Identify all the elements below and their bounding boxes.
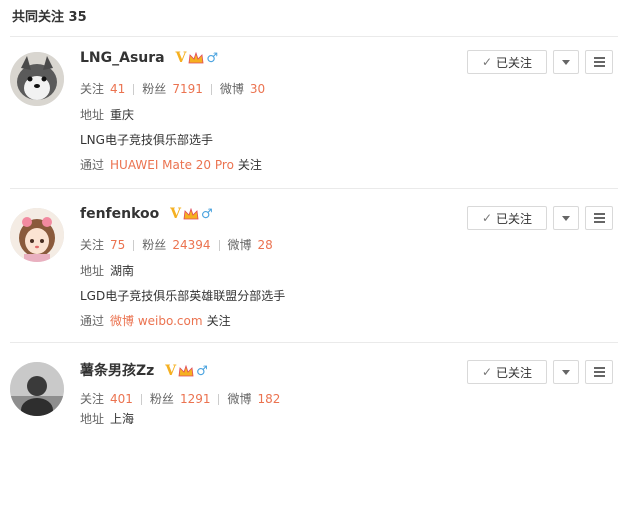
caret-down-icon [562,59,570,65]
menu-button[interactable] [585,206,613,230]
bio: LGD电子竞技俱乐部英雄联盟分部选手 [80,289,286,303]
follow-label: 关注 [80,238,105,252]
followed-button[interactable]: ✓ 已关注 [467,50,547,74]
menu-button[interactable] [585,360,613,384]
via-line: 通过 微博 weibo.com 关注 [80,312,231,329]
follow-count[interactable]: 75 [110,238,125,252]
location-line: 地址 上海 [80,410,134,427]
fans-label: 粉丝 [149,392,174,406]
followed-button-label: 已关注 [496,365,533,380]
verified-v-icon: V [175,50,187,66]
stat-separator [133,84,135,95]
user-card: LNG_Asura V ♂ 关注 41 粉丝 7191 微博 30 地址 重庆 LNG电子竞… [0,42,640,202]
stat-separator [218,394,220,405]
user-card: 薯条男孩Zz V ♂ 关注 401 粉丝 1291 微博 182 地址 上海 ✓ 已关注 [0,352,640,512]
stat-separator [140,394,142,405]
verified-v-icon: V [170,206,182,222]
avatar[interactable] [10,208,64,262]
crown-icon [178,365,194,377]
followed-button[interactable]: ✓ 已关注 [467,360,547,384]
fans-label: 粉丝 [142,238,167,252]
weibo-label: 微博 [219,82,244,96]
verified-v-icon: V [165,363,177,379]
fans-count[interactable]: 1291 [180,392,211,406]
stat-separator [133,240,135,251]
via-source-link[interactable]: 微博 weibo.com [110,314,203,328]
check-icon: ✓ [481,365,493,379]
location-line: 地址 湖南 [80,262,134,279]
location-value: 湖南 [110,264,135,278]
crown-icon [188,52,204,64]
location-value: 重庆 [110,108,135,122]
followed-button-label: 已关注 [496,211,533,226]
via-line: 通过 HUAWEI Mate 20 Pro 关注 [80,156,262,173]
stat-separator [210,84,212,95]
user-card: fenfenkoo V ♂ 关注 75 粉丝 24394 微博 28 地址 湖南 LGD电子… [0,198,640,358]
caret-down-icon [562,215,570,221]
follow-count[interactable]: 41 [110,82,125,96]
follow-label: 关注 [80,392,105,406]
via-source-link[interactable]: HUAWEI Mate 20 Pro [110,158,234,172]
weibo-count[interactable]: 28 [258,238,273,252]
follow-count[interactable]: 401 [110,392,133,406]
followed-button-label: 已关注 [496,55,533,70]
menu-button[interactable] [585,50,613,74]
divider [10,36,618,37]
weibo-label: 微博 [227,392,252,406]
fans-count[interactable]: 7191 [172,82,203,96]
location-label: 地址 [80,108,105,122]
bio: LNG电子竞技俱乐部选手 [80,133,213,147]
location-label: 地址 [80,412,105,426]
via-label: 通过 [80,158,105,172]
avatar[interactable] [10,52,64,106]
divider [10,188,618,189]
user-name[interactable]: fenfenkoo [80,206,159,222]
user-name[interactable]: 薯条男孩Zz [80,363,154,379]
via-label: 通过 [80,314,105,328]
weibo-count[interactable]: 182 [258,392,281,406]
male-icon: ♂ [196,363,208,379]
menu-icon [593,213,605,223]
crown-icon [183,208,199,220]
user-name[interactable]: LNG_Asura [80,50,165,66]
divider [10,342,618,343]
more-dropdown-button[interactable] [553,360,579,384]
stat-separator [218,240,220,251]
via-suffix: 关注 [206,314,231,328]
common-follow-title: 共同关注 35 [12,10,87,25]
location-label: 地址 [80,264,105,278]
menu-icon [593,367,605,377]
fans-label: 粉丝 [142,82,167,96]
weibo-label: 微博 [227,238,252,252]
weibo-count[interactable]: 30 [250,82,265,96]
location-line: 地址 重庆 [80,106,134,123]
menu-icon [593,57,605,67]
check-icon: ✓ [481,211,493,225]
more-dropdown-button[interactable] [553,206,579,230]
male-icon: ♂ [206,50,219,66]
avatar[interactable] [10,362,64,416]
fans-count[interactable]: 24394 [172,238,210,252]
more-dropdown-button[interactable] [553,50,579,74]
check-icon: ✓ [481,55,493,69]
caret-down-icon [562,369,570,375]
location-value: 上海 [110,412,135,426]
via-suffix: 关注 [237,158,262,172]
male-icon: ♂ [201,206,213,222]
followed-button[interactable]: ✓ 已关注 [467,206,547,230]
follow-label: 关注 [80,82,105,96]
